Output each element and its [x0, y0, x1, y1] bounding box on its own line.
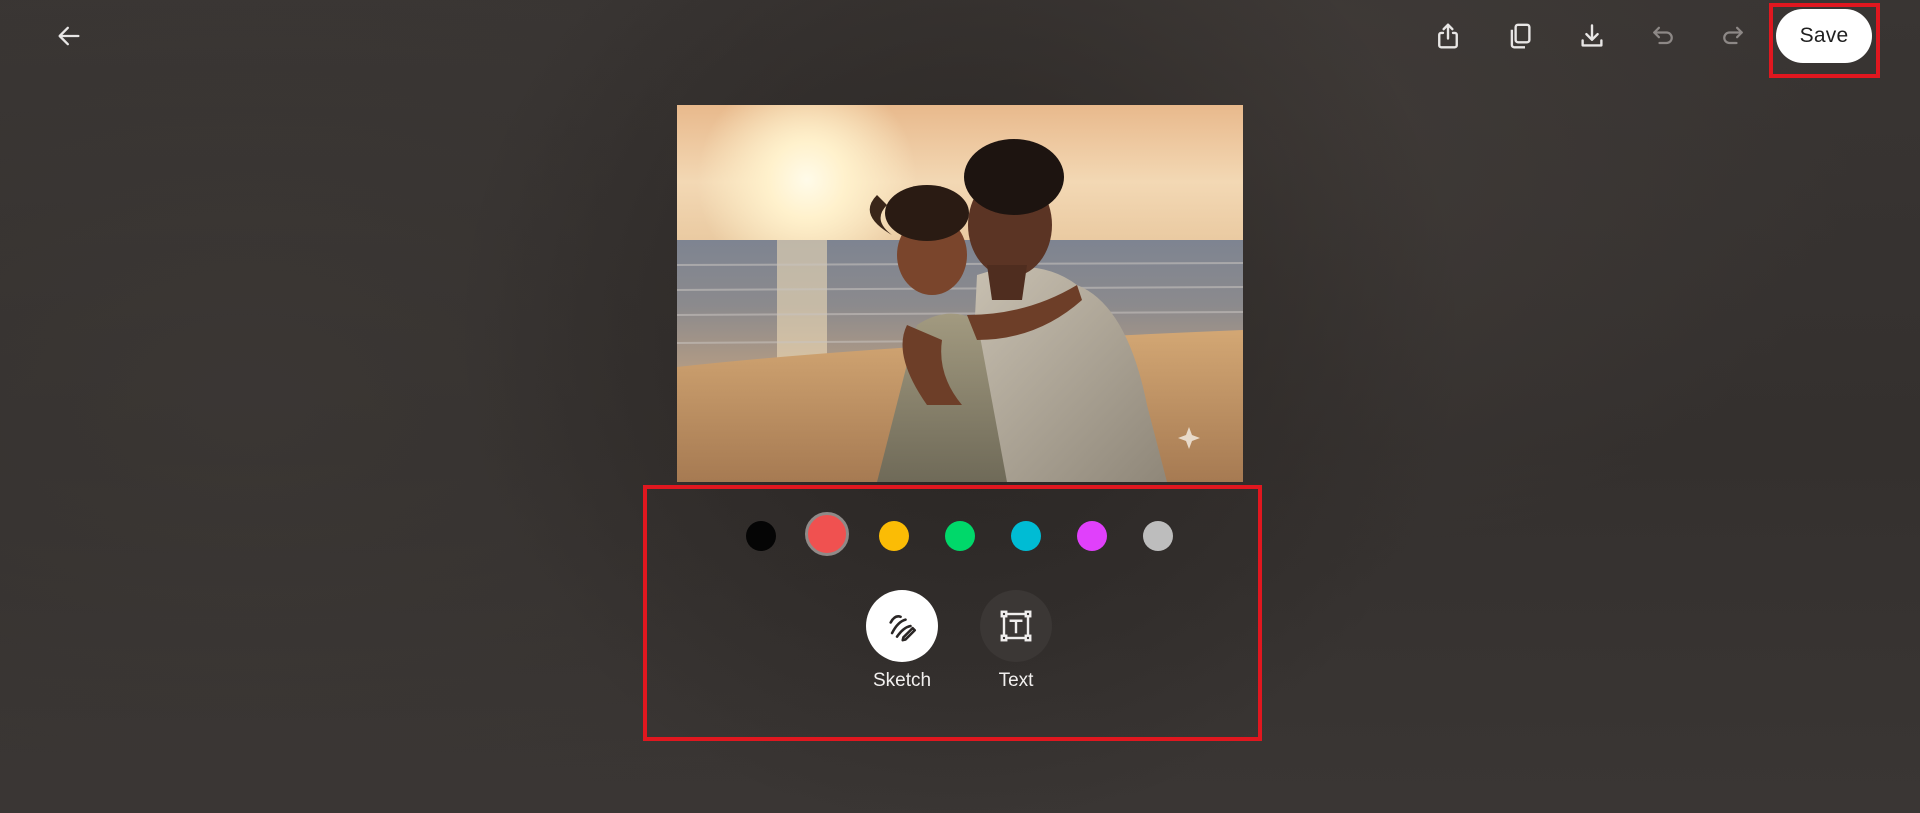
download-icon [1581, 24, 1603, 47]
save-button[interactable]: Save [1776, 9, 1872, 63]
undo-icon [1653, 26, 1673, 45]
arrow-left-icon [58, 26, 80, 46]
color-swatch-yellow[interactable] [879, 521, 909, 551]
sketch-tool-button[interactable] [866, 590, 938, 662]
copy-button[interactable] [1496, 12, 1544, 60]
download-button[interactable] [1568, 12, 1616, 60]
color-swatch-magenta[interactable] [1077, 521, 1107, 551]
photo-canvas[interactable] [677, 105, 1243, 482]
share-button[interactable] [1424, 12, 1472, 60]
back-button[interactable] [45, 12, 93, 60]
share-icon [1438, 23, 1458, 49]
text-tool-label: Text [998, 670, 1034, 691]
text-tool-button[interactable] [980, 590, 1052, 662]
color-swatch-red[interactable] [805, 512, 849, 556]
text-box-icon [1000, 610, 1032, 642]
undo-button[interactable] [1639, 12, 1687, 60]
redo-icon [1723, 26, 1743, 45]
beach-photo [677, 105, 1243, 482]
color-swatch-gray[interactable] [1143, 521, 1173, 551]
redo-button[interactable] [1709, 12, 1757, 60]
editor-screen: Save Sketch Text [0, 0, 1920, 813]
color-swatch-black[interactable] [746, 521, 776, 551]
pen-scribble-icon [889, 615, 917, 642]
sketch-tool-label: Sketch [872, 670, 932, 691]
copy-icon [1510, 23, 1531, 49]
color-swatch-cyan[interactable] [1011, 521, 1041, 551]
color-swatch-green[interactable] [945, 521, 975, 551]
